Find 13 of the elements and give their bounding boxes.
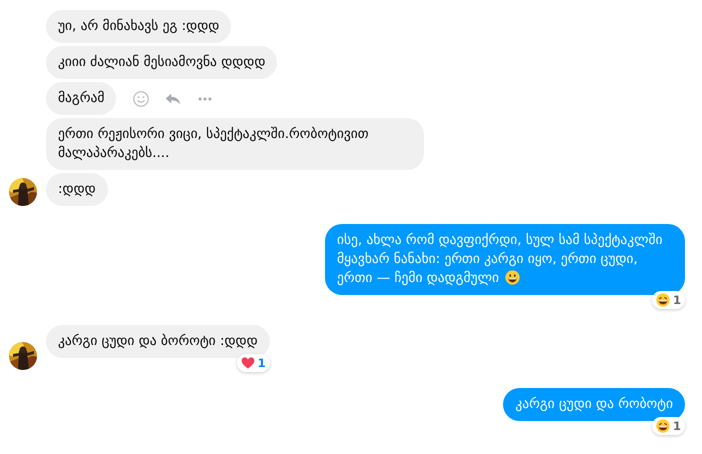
- reaction-badge[interactable]: 1: [236, 354, 270, 372]
- message-bubble: ერთი რეჟისორი ვიცი, სპექტაკლში.რობოტივით მალაპარაკებს....: [46, 118, 424, 170]
- laughing-face-icon: [656, 293, 670, 307]
- reaction-badge[interactable]: 1: [652, 291, 685, 309]
- heart-icon: [240, 356, 255, 370]
- message-bubble: :დდდ: [46, 173, 108, 206]
- message-bubble: მაგრამ: [46, 82, 116, 115]
- laughing-face-icon: [656, 419, 670, 433]
- grinning-face-icon: [505, 270, 520, 285]
- react-icon[interactable]: [132, 90, 150, 108]
- message-bubble: უი, არ მინახავს ეგ :დდდ: [46, 10, 232, 43]
- reaction-badge[interactable]: 1: [652, 417, 685, 435]
- message-bubble: კიიი ძალიან მესიამოვნა დდდდ: [46, 46, 278, 79]
